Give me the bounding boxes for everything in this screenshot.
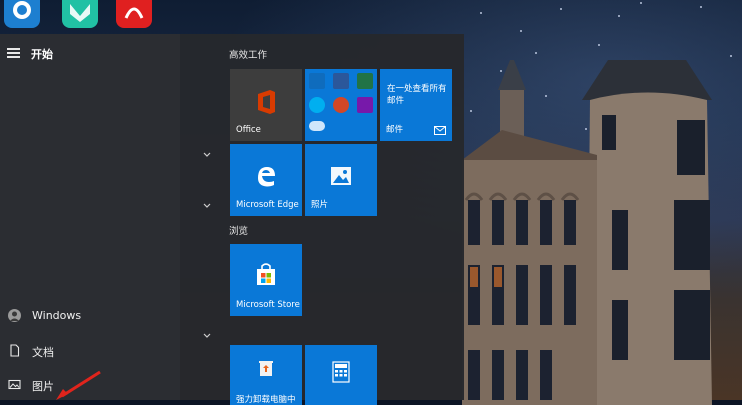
desktop-app-icon[interactable] bbox=[4, 0, 40, 28]
calculator-icon bbox=[332, 361, 350, 383]
hamburger-menu-icon[interactable] bbox=[7, 48, 20, 58]
rail-item-label: 文档 bbox=[32, 346, 54, 359]
start-menu: 开始 Windows 文档 图片 高效工作 浏览 Office 在一处查看所有邮… bbox=[0, 34, 464, 405]
castle-building-image bbox=[462, 60, 712, 405]
tile-label: Microsoft Edge bbox=[236, 200, 299, 210]
shopping-bag-icon bbox=[257, 263, 275, 285]
group-title-productivity[interactable]: 高效工作 bbox=[229, 47, 267, 61]
rail-item-documents[interactable]: 文档 bbox=[0, 337, 180, 365]
desktop-app-icon[interactable] bbox=[116, 0, 152, 28]
photos-icon bbox=[331, 167, 351, 185]
tile-calculator[interactable] bbox=[305, 345, 377, 405]
rail-item-label: Windows bbox=[32, 309, 82, 322]
word-icon bbox=[333, 73, 349, 89]
office-logo-icon bbox=[258, 90, 275, 114]
desktop-app-icon[interactable] bbox=[62, 0, 98, 28]
outlook-icon bbox=[309, 73, 325, 89]
document-icon bbox=[10, 344, 20, 357]
onenote-icon bbox=[357, 97, 373, 113]
tile-microsoft-store[interactable]: Microsoft Store bbox=[230, 244, 302, 316]
tile-mail[interactable]: 在一处查看所有邮件 邮件 bbox=[380, 69, 452, 141]
powerpoint-icon bbox=[333, 97, 349, 113]
tile-label: 邮件 bbox=[386, 125, 404, 135]
annotation-arrow bbox=[56, 370, 101, 400]
tile-photos[interactable]: 照片 bbox=[305, 144, 377, 216]
chevron-down-icon[interactable] bbox=[202, 332, 212, 340]
start-left-rail: 开始 Windows 文档 图片 bbox=[0, 34, 180, 400]
chevron-down-icon[interactable] bbox=[202, 151, 212, 159]
tile-microsoft-edge[interactable]: Microsoft Edge bbox=[230, 144, 302, 216]
tile-office[interactable]: Office bbox=[230, 69, 302, 141]
start-menu-title: 开始 bbox=[31, 48, 53, 61]
tile-label: 强力卸载电脑中 bbox=[236, 395, 296, 405]
app-circle-icon bbox=[13, 1, 31, 19]
skype-icon bbox=[309, 97, 325, 113]
user-avatar-icon bbox=[8, 309, 21, 322]
app-logo-icon bbox=[124, 7, 144, 19]
tile-office-apps-group[interactable] bbox=[305, 69, 377, 141]
bird-logo-icon bbox=[70, 4, 90, 22]
tile-label: Office bbox=[236, 125, 261, 135]
mail-envelope-icon bbox=[434, 126, 446, 135]
tile-uninstaller[interactable]: 强力卸载电脑中 bbox=[230, 345, 302, 405]
onedrive-icon bbox=[309, 121, 325, 131]
chevron-down-icon[interactable] bbox=[202, 202, 212, 210]
excel-icon bbox=[357, 73, 373, 89]
edge-logo-icon bbox=[258, 167, 275, 187]
tile-label: Microsoft Store bbox=[236, 300, 300, 310]
group-title-browse[interactable]: 浏览 bbox=[229, 223, 248, 237]
picture-icon bbox=[8, 379, 21, 390]
rail-item-user[interactable]: Windows bbox=[0, 302, 180, 330]
mail-headline: 在一处查看所有邮件 bbox=[387, 84, 447, 106]
tile-label: 照片 bbox=[311, 200, 329, 210]
recycle-bin-icon bbox=[259, 361, 273, 376]
rail-item-label: 图片 bbox=[32, 380, 54, 393]
